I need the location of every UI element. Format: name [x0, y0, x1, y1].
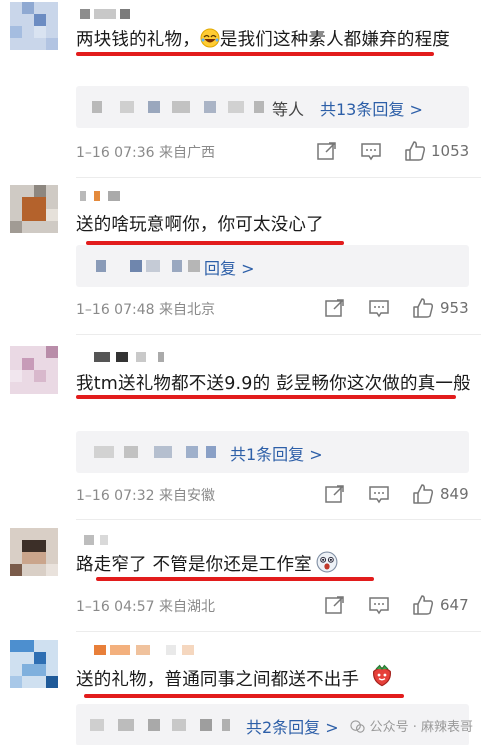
comment-meta: 1–16 07:32 来自安徽 849 [76, 483, 471, 505]
share-icon[interactable] [324, 297, 346, 319]
timestamp-location: 1–16 07:48 来自北京 [76, 302, 215, 318]
comment-icon[interactable] [368, 594, 390, 616]
comment-meta: 1–16 04:57 来自湖北 647 [76, 594, 471, 616]
timestamp-location: 1–16 04:57 来自湖北 [76, 599, 215, 615]
avatar[interactable] [10, 185, 58, 233]
red-underline [76, 395, 456, 399]
timestamp-location: 1–16 07:36 来自广西 [76, 145, 215, 161]
comment-meta: 1–16 07:36 来自广西 1053 [76, 140, 471, 162]
comment-icon[interactable] [360, 140, 382, 162]
red-underline [96, 577, 374, 581]
divider [76, 334, 481, 335]
divider [76, 519, 481, 520]
thumbs-up-icon[interactable] [412, 594, 434, 616]
avatar[interactable] [10, 346, 58, 394]
watermark: 公众号 · 麻辣表哥 [350, 716, 473, 735]
red-underline [84, 694, 404, 698]
like-count: 849 [440, 485, 469, 503]
reply-preview[interactable]: 等人 共13条回复 > [76, 86, 469, 128]
avatar[interactable] [10, 528, 58, 576]
view-replies-link[interactable]: 共2条回复 > [246, 714, 339, 738]
view-replies-link[interactable]: 回复 > [204, 255, 255, 279]
thumbs-up-icon[interactable] [404, 140, 426, 162]
share-icon[interactable] [324, 594, 346, 616]
comment-text: 我tm送礼物都不送9.9的 彭昱畅你这次做的真一般 [76, 374, 471, 394]
share-icon[interactable] [324, 483, 346, 505]
divider [76, 631, 481, 632]
like-count: 1053 [431, 142, 470, 160]
reply-prefix: 等人 [272, 100, 305, 119]
comment-text: 路走窄了 不管是你还是工作室 [76, 551, 471, 579]
comment-text: 送的啥玩意啊你，你可太没心了 [76, 215, 324, 235]
reply-preview[interactable]: 回复 > [76, 245, 469, 287]
avatar[interactable] [10, 2, 58, 50]
comment-text: 两块钱的礼物， 是我们这种素人都嫌弃的程度 [76, 28, 451, 50]
laughing-emoji-icon [200, 28, 220, 48]
comment-icon[interactable] [368, 297, 390, 319]
divider [76, 177, 481, 178]
thumbs-up-icon[interactable] [412, 297, 434, 319]
comment-icon[interactable] [368, 483, 390, 505]
like-count: 953 [440, 299, 469, 317]
timestamp-location: 1–16 07:32 来自安徽 [76, 488, 215, 504]
thumbs-up-icon[interactable] [412, 483, 434, 505]
view-replies-link[interactable]: 共1条回复 > [230, 441, 323, 465]
red-underline [76, 52, 434, 56]
strawberry-emoji-icon [373, 664, 392, 687]
like-count: 647 [440, 596, 469, 614]
reply-preview[interactable]: 共1条回复 > [76, 431, 469, 473]
wechat-icon [350, 720, 366, 733]
comment-text: 送的礼物，普通同事之间都送不出手 [76, 662, 471, 694]
shocked-emoji-icon [316, 551, 338, 573]
view-replies-link[interactable]: 共13条回复 > [320, 96, 423, 120]
avatar[interactable] [10, 640, 58, 688]
share-icon[interactable] [316, 140, 338, 162]
comment-meta: 1–16 07:48 来自北京 953 [76, 297, 471, 319]
